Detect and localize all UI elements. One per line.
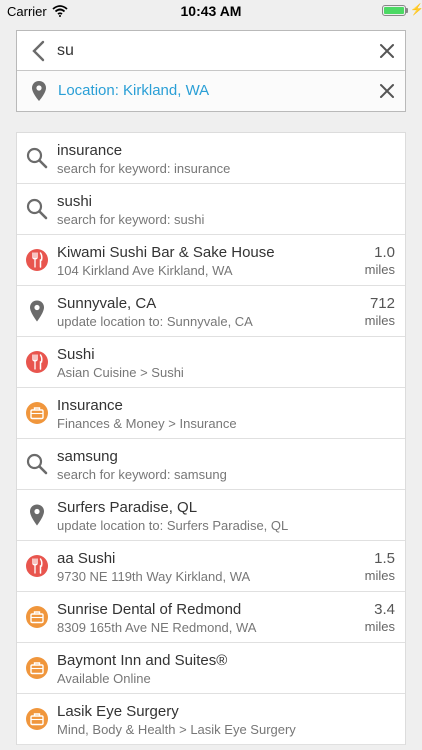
- result-distance: 1.0: [374, 244, 395, 261]
- fork-knife-icon: [25, 554, 49, 578]
- result-row-business[interactable]: Baymont Inn and Suites® Available Online: [17, 643, 405, 694]
- result-subtitle: search for keyword: sushi: [57, 212, 205, 227]
- fork-knife-icon: [25, 350, 49, 374]
- battery-icon: [382, 5, 406, 16]
- briefcase-icon: [25, 605, 49, 629]
- search-icon: [25, 146, 49, 170]
- map-pin-icon: [25, 503, 49, 527]
- status-bar: Carrier 10:43 AM ⚡: [0, 0, 422, 22]
- search-icon: [25, 452, 49, 476]
- result-row-location[interactable]: Surfers Paradise, QL update location to: …: [17, 490, 405, 541]
- result-subtitle: update location to: Surfers Paradise, QL: [57, 518, 289, 533]
- result-title: Insurance: [57, 397, 123, 414]
- search-panel: Location: Kirkland, WA: [16, 30, 406, 112]
- location-row[interactable]: Location: Kirkland, WA: [17, 71, 405, 111]
- chevron-left-icon[interactable]: [27, 39, 51, 63]
- result-distance: 712: [369, 295, 395, 312]
- result-row-business[interactable]: Sunrise Dental of Redmond 8309 165th Ave …: [17, 592, 405, 643]
- result-subtitle: Available Online: [57, 671, 151, 686]
- close-icon: [380, 44, 394, 58]
- result-subtitle: search for keyword: insurance: [57, 161, 231, 176]
- result-title: sushi: [57, 193, 93, 210]
- result-row-keyword[interactable]: sushi search for keyword: sushi: [17, 184, 405, 235]
- result-subtitle: 8309 165th Ave NE Redmond, WA: [57, 620, 257, 635]
- result-row-restaurant[interactable]: Sushi Asian Cuisine > Sushi: [17, 337, 405, 388]
- result-distance-unit: miles: [364, 313, 395, 328]
- suggestion-list: insurance search for keyword: insurance su…: [16, 132, 406, 745]
- result-title: Sunrise Dental of Redmond: [57, 601, 242, 618]
- result-row-business[interactable]: Insurance Finances & Money > Insurance: [17, 388, 405, 439]
- fork-knife-icon: [25, 248, 49, 272]
- result-title: Kiwami Sushi Bar & Sake House: [57, 244, 275, 261]
- location-field[interactable]: Location: Kirkland, WA: [58, 82, 209, 99]
- result-row-restaurant[interactable]: Kiwami Sushi Bar & Sake House 104 Kirklan…: [17, 235, 405, 286]
- clear-location-button[interactable]: [378, 82, 396, 100]
- result-title: Sushi: [57, 346, 95, 363]
- clear-query-button[interactable]: [378, 42, 396, 60]
- clock: 10:43 AM: [180, 3, 242, 19]
- result-distance-unit: miles: [364, 619, 395, 634]
- battery-cap: [406, 8, 408, 13]
- map-pin-icon: [27, 79, 51, 103]
- close-icon: [380, 84, 394, 98]
- result-subtitle: 9730 NE 119th Way Kirkland, WA: [57, 569, 251, 584]
- result-title: samsung: [57, 448, 118, 465]
- result-row-keyword[interactable]: samsung search for keyword: samsung: [17, 439, 405, 490]
- result-title: Surfers Paradise, QL: [57, 499, 198, 516]
- result-subtitle: Finances & Money > Insurance: [57, 416, 237, 431]
- result-distance: 3.4: [374, 601, 395, 618]
- charging-bolt-icon: ⚡: [410, 4, 422, 16]
- result-subtitle: update location to: Sunnyvale, CA: [57, 314, 253, 329]
- briefcase-icon: [25, 401, 49, 425]
- result-subtitle: Asian Cuisine > Sushi: [57, 365, 184, 380]
- result-row-restaurant[interactable]: aa Sushi 9730 NE 119th Way Kirkland, WA 1.…: [17, 541, 405, 592]
- query-row: [17, 31, 405, 71]
- result-distance-unit: miles: [364, 568, 395, 583]
- result-title: aa Sushi: [57, 550, 116, 567]
- briefcase-icon: [25, 707, 49, 731]
- result-title: Lasik Eye Surgery: [57, 703, 179, 720]
- map-pin-icon: [25, 299, 49, 323]
- result-subtitle: search for keyword: samsung: [57, 467, 227, 482]
- result-title: Baymont Inn and Suites®: [57, 652, 228, 669]
- search-input[interactable]: [57, 38, 357, 64]
- result-title: insurance: [57, 142, 123, 159]
- result-subtitle: Mind, Body & Health > Lasik Eye Surgery: [57, 722, 296, 737]
- search-icon: [25, 197, 49, 221]
- result-distance: 1.5: [374, 550, 395, 567]
- result-row-business[interactable]: Lasik Eye Surgery Mind, Body & Health > L…: [17, 694, 405, 745]
- result-title: Sunnyvale, CA: [57, 295, 157, 312]
- briefcase-icon: [25, 656, 49, 680]
- result-row-keyword[interactable]: insurance search for keyword: insurance: [17, 133, 405, 184]
- result-distance-unit: miles: [364, 262, 395, 277]
- result-subtitle: 104 Kirkland Ave Kirkland, WA: [57, 263, 233, 278]
- result-row-location[interactable]: Sunnyvale, CA update location to: Sunnyva…: [17, 286, 405, 337]
